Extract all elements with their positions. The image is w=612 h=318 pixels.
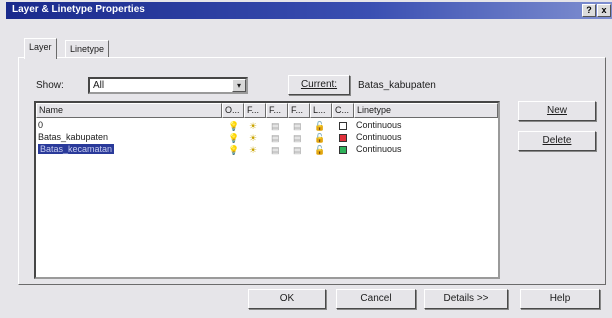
layer-name: Batas_kecamatan — [38, 144, 115, 154]
title-bar: Layer & Linetype Properties ? x — [6, 2, 612, 19]
lightbulb-icon[interactable]: 💡 — [228, 133, 239, 143]
table-row[interactable]: Batas_kabupaten 💡 ☀ ▤ ▤ 🔓 Continuous — [36, 132, 498, 144]
ok-button[interactable]: OK — [248, 289, 326, 309]
new-viewport-freeze-icon[interactable]: ▤ — [293, 133, 302, 143]
lock-open-icon[interactable]: 🔓 — [314, 121, 325, 131]
column-header-lock[interactable]: L... — [310, 103, 332, 118]
column-header-freeze[interactable]: F... — [244, 103, 266, 118]
column-header-linetype[interactable]: Linetype — [354, 103, 498, 118]
layer-list[interactable]: Name O... F... F... F... L... C... Linet… — [34, 101, 500, 279]
cancel-button[interactable]: Cancel — [336, 289, 416, 309]
layer-name: 0 — [38, 120, 44, 130]
new-button-label: New — [546, 105, 567, 116]
close-icon[interactable]: x — [597, 4, 611, 17]
linetype-value[interactable]: Continuous — [356, 144, 402, 154]
viewport-freeze-icon[interactable]: ▤ — [271, 145, 280, 155]
sun-icon[interactable]: ☀ — [249, 133, 257, 143]
sun-icon[interactable]: ☀ — [249, 145, 257, 155]
help-icon[interactable]: ? — [582, 4, 596, 17]
color-swatch[interactable] — [339, 134, 347, 142]
column-header-freeze-new[interactable]: F... — [288, 103, 310, 118]
lightbulb-icon[interactable]: 💡 — [228, 145, 239, 155]
help-button[interactable]: Help — [520, 289, 600, 309]
column-header-name[interactable]: Name — [36, 103, 222, 118]
current-button[interactable]: Current: — [288, 75, 350, 95]
table-row[interactable]: Batas_kecamatan 💡 ☀ ▤ ▤ 🔓 Continuous — [36, 144, 498, 156]
tab-linetype-label: Linetype — [70, 44, 105, 54]
show-select[interactable]: All ▾ — [88, 77, 248, 94]
new-layer-button[interactable]: New — [518, 101, 596, 121]
viewport-freeze-icon[interactable]: ▤ — [271, 133, 280, 143]
linetype-value[interactable]: Continuous — [356, 120, 402, 130]
lock-open-icon[interactable]: 🔓 — [314, 133, 325, 143]
new-viewport-freeze-icon[interactable]: ▤ — [293, 121, 302, 131]
sun-icon[interactable]: ☀ — [249, 121, 257, 131]
color-swatch[interactable] — [339, 122, 347, 130]
tab-linetype[interactable]: Linetype — [65, 40, 110, 58]
linetype-value[interactable]: Continuous — [356, 132, 402, 142]
show-label: Show: — [36, 80, 64, 91]
column-header-color[interactable]: C... — [332, 103, 354, 118]
current-button-label: Current: — [300, 79, 338, 90]
current-layer-value: Batas_kabupaten — [358, 80, 436, 91]
chevron-down-icon[interactable]: ▾ — [232, 79, 246, 92]
color-swatch[interactable] — [339, 146, 347, 154]
new-viewport-freeze-icon[interactable]: ▤ — [293, 145, 302, 155]
tab-layer-label: Layer — [29, 42, 52, 52]
table-row[interactable]: 0 💡 ☀ ▤ ▤ 🔓 Continuous — [36, 120, 498, 132]
window-title: Layer & Linetype Properties — [12, 4, 145, 15]
column-header-on[interactable]: O... — [222, 103, 244, 118]
column-header-freeze-vp[interactable]: F... — [266, 103, 288, 118]
show-value: All — [93, 80, 105, 91]
tab-layer[interactable]: Layer — [24, 38, 57, 59]
layer-name: Batas_kabupaten — [38, 132, 109, 142]
lightbulb-icon[interactable]: 💡 — [228, 121, 239, 131]
delete-button-label: Delete — [542, 135, 572, 146]
delete-layer-button[interactable]: Delete — [518, 131, 596, 151]
lock-open-icon[interactable]: 🔓 — [314, 145, 325, 155]
viewport-freeze-icon[interactable]: ▤ — [271, 121, 280, 131]
details-button[interactable]: Details >> — [424, 289, 508, 309]
